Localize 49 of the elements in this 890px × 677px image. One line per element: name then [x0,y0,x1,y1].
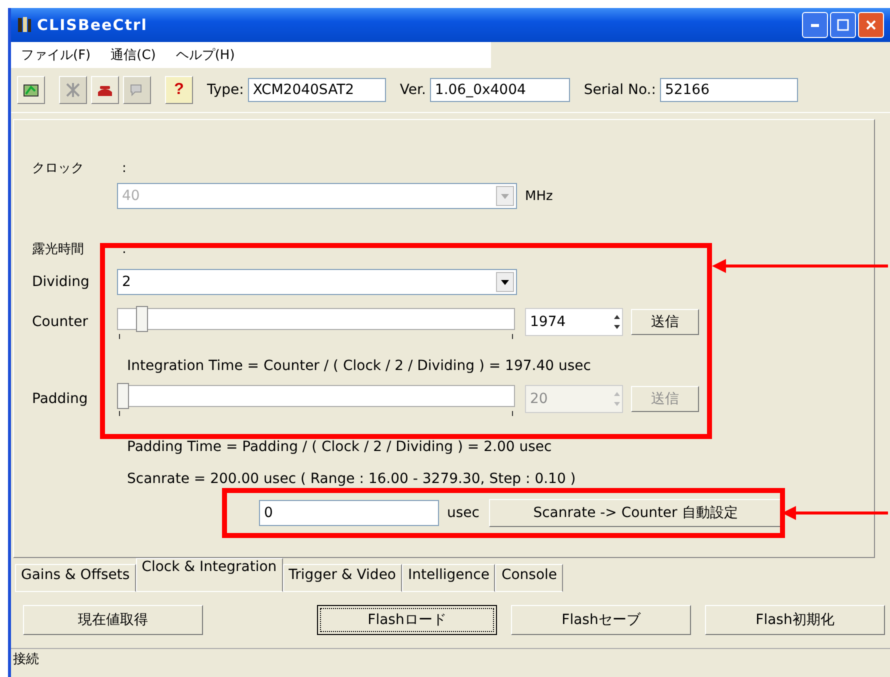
slider-label: Counter [32,314,89,330]
unit-label: MHz [525,188,553,204]
maximize-button[interactable] [830,12,856,38]
dropdown[interactable]: 2 [117,269,517,295]
action-button[interactable]: Flashロード [317,605,497,635]
book-icon [17,16,33,34]
number-field[interactable]: 1974 [525,308,623,336]
text-field[interactable]: 0 [259,500,439,526]
dropdown-arrow-icon [501,194,509,198]
tab[interactable]: Gains & Offsets [15,564,136,592]
action-button[interactable]: 現在値取得 [23,605,203,635]
field-label: Ver. [400,82,426,98]
menu-item[interactable]: 通信(C) [110,46,156,64]
dropdown-arrow-icon [501,280,509,284]
tab[interactable]: Trigger & Video [282,564,402,592]
minimize-button[interactable] [802,12,828,38]
clock-label: クロック [32,160,85,177]
formula-text: Integration Time = Counter / ( Clock / 2 / Dividing ) = 197.40 usec [126,358,592,376]
unit-label: usec [447,505,480,521]
text-field[interactable]: 1.06_0x4004 [430,78,570,102]
tab[interactable]: Console [495,564,564,592]
maximize-icon [837,19,849,31]
text-field[interactable]: XCM2040SAT2 [248,78,386,102]
close-button[interactable] [858,12,884,38]
field-label: Type: [207,82,244,98]
exposure-label: 露光時間 [32,241,85,258]
slider-label: Padding [32,391,89,407]
action-button[interactable]: Flashセーブ [511,605,691,635]
tab[interactable]: Clock & Integration [136,558,283,592]
status-bar: 接続 [11,648,890,671]
toolbar-button[interactable] [91,76,119,104]
tab[interactable]: Intelligence [402,564,496,592]
scanrate-text: Scanrate = 200.00 usec ( Range : 16.00 - 3279.30, Step : 0.10 ) [126,471,577,489]
action-button[interactable]: Flash初期化 [705,605,885,635]
window-title: CLISBeeCtrl [37,16,148,34]
close-icon [865,19,877,31]
send-button[interactable]: 送信 [631,309,699,335]
slider-thumb[interactable] [136,306,148,332]
menu-item[interactable]: ヘルプ(H) [176,46,235,64]
menu-item[interactable]: ファイル(F) [21,46,91,64]
auto-set-button[interactable]: Scanrate -> Counter 自動設定 [489,499,782,527]
dividing-label: Dividing [32,274,90,290]
text-field[interactable]: 52166 [660,78,798,102]
toolbar-button[interactable] [17,76,45,104]
formula-text: Padding Time = Padding / ( Clock / 2 / Dividing ) = 2.00 usec [126,439,553,457]
field-label: Serial No.: [584,82,656,98]
minimize-icon [811,24,819,26]
toolbar-button[interactable]: ? [165,76,193,104]
colon-text: : [122,160,126,176]
